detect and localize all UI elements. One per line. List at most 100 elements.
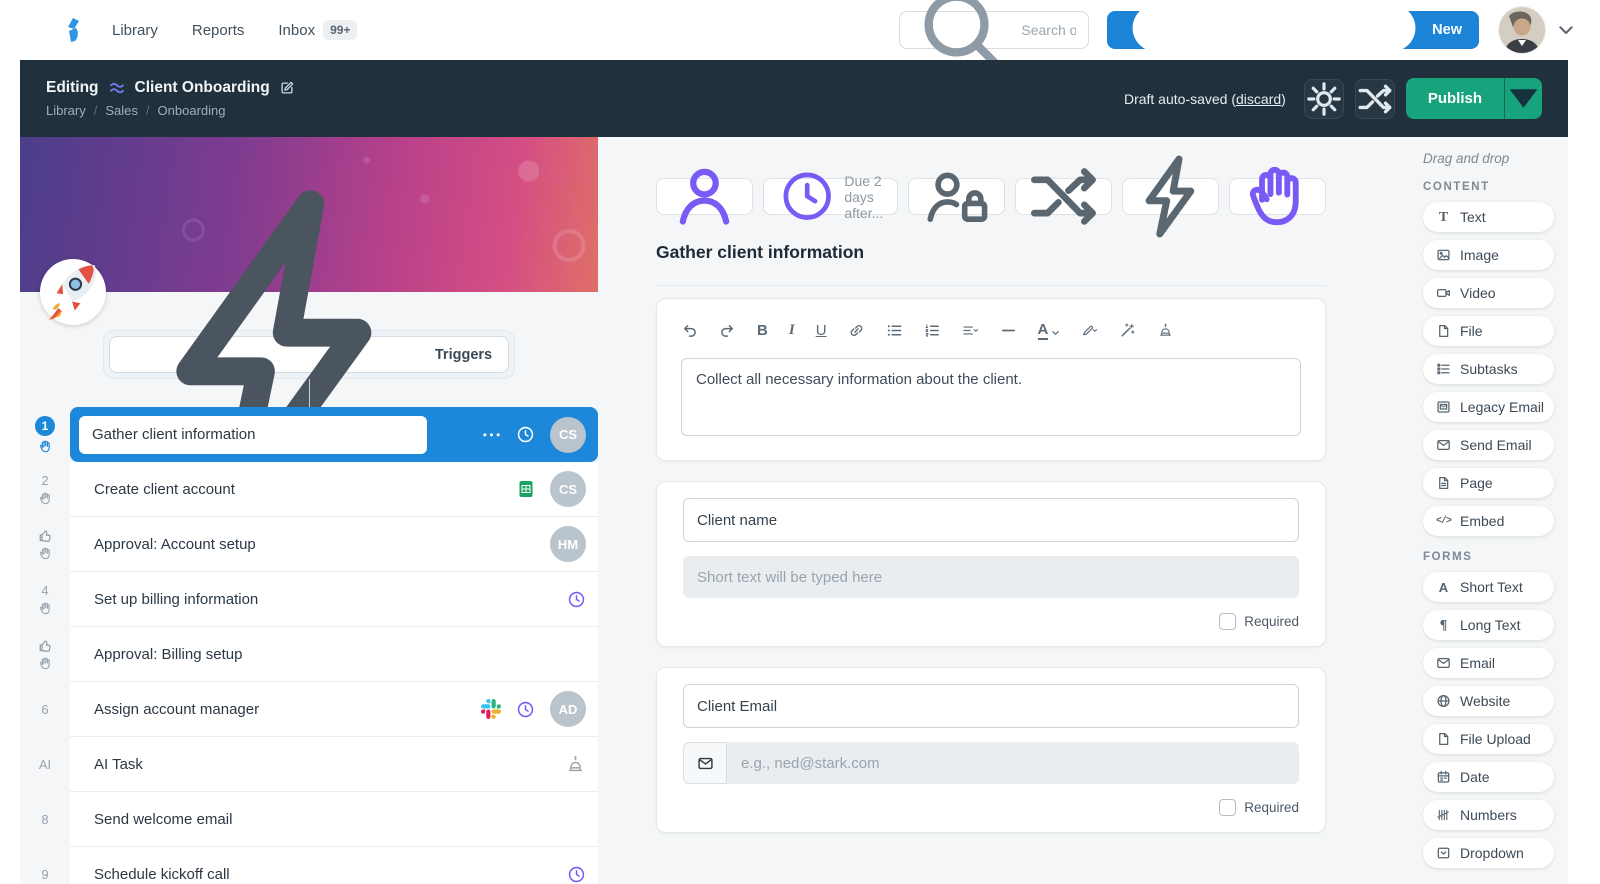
- required-checkbox[interactable]: [1219, 799, 1237, 816]
- due-date-button[interactable]: Due 2 days after...: [762, 173, 899, 221]
- dynamic-due-button[interactable]: [1122, 155, 1220, 238]
- new-button[interactable]: New: [1107, 0, 1479, 170]
- widget-pill-long-text[interactable]: ¶ Long Text: [1423, 610, 1554, 640]
- rename-edit-icon[interactable]: [279, 80, 295, 96]
- breadcrumb-item[interactable]: Onboarding: [158, 103, 226, 118]
- highlight-icon[interactable]: [1081, 322, 1098, 339]
- page-icon: [1436, 475, 1451, 491]
- breadcrumb-item[interactable]: Sales: [105, 103, 138, 118]
- italic-icon[interactable]: I: [789, 322, 795, 339]
- autosave-status: Draft auto-saved (discard): [1124, 91, 1286, 107]
- stop-task-button[interactable]: [1229, 166, 1326, 226]
- widget-pill-send-email[interactable]: Send Email: [1423, 430, 1554, 460]
- widget-pill-video[interactable]: Video: [1423, 278, 1554, 308]
- user-avatar[interactable]: [1499, 7, 1545, 53]
- widget-pill-dropdown[interactable]: Dropdown: [1423, 838, 1554, 868]
- widget-pill-file[interactable]: File: [1423, 316, 1554, 346]
- widget-pill-image[interactable]: Image: [1423, 240, 1554, 270]
- due-date-label: Due 2 days after...: [844, 172, 884, 221]
- website-icon: [1436, 693, 1451, 709]
- automations-button[interactable]: [1015, 168, 1113, 225]
- stop-hand-icon: [38, 491, 53, 506]
- task-row-body: Send welcome email: [70, 792, 598, 847]
- search-input[interactable]: [1021, 22, 1077, 38]
- task-indicators: CS: [482, 416, 586, 453]
- bullet-list-icon[interactable]: [886, 322, 903, 339]
- task-row[interactable]: 2 Create client account CS: [20, 462, 598, 517]
- magic-wand-icon[interactable]: [1119, 322, 1136, 339]
- nav-inbox[interactable]: Inbox 99+: [278, 20, 358, 40]
- task-row[interactable]: 4 Set up billing information: [20, 572, 598, 627]
- nav-library[interactable]: Library: [112, 22, 158, 39]
- horizontal-rule-icon[interactable]: [1000, 322, 1017, 339]
- task-row-body: Schedule kickoff call: [70, 847, 598, 884]
- widget-pill-email[interactable]: Email: [1423, 648, 1554, 678]
- overflow-menu-icon[interactable]: [482, 432, 501, 438]
- widget-pill-website[interactable]: Website: [1423, 686, 1554, 716]
- widget-pill-label: Email: [1460, 655, 1496, 671]
- redo-icon[interactable]: [719, 322, 736, 339]
- widget-pill-numbers[interactable]: Numbers: [1423, 800, 1554, 830]
- assignee-button[interactable]: [656, 168, 753, 225]
- task-meta-toolbar: Due 2 days after...: [656, 155, 1326, 238]
- widget-pill-file-upload[interactable]: File Upload: [1423, 724, 1554, 754]
- widget-pill-page[interactable]: Page: [1423, 468, 1554, 498]
- task-number: 4: [41, 583, 49, 598]
- legacy-email-icon: [1436, 399, 1451, 415]
- workflow-rocket-emoji-badge[interactable]: [40, 259, 106, 325]
- task-number: 6: [41, 702, 49, 717]
- link-icon[interactable]: [848, 322, 865, 339]
- widget-pill-text[interactable]: T Text: [1423, 202, 1554, 232]
- field-label-input[interactable]: Client name: [683, 498, 1299, 542]
- bold-icon[interactable]: B: [757, 322, 768, 339]
- task-row-body: AI Task: [70, 737, 598, 792]
- publish-menu-chevron-down-icon[interactable]: [1504, 78, 1542, 119]
- task-row[interactable]: 9 Schedule kickoff call: [20, 847, 598, 884]
- triggers-container: Triggers: [102, 190, 516, 519]
- task-gutter: 6: [20, 682, 70, 737]
- field-label-input[interactable]: Client Email: [683, 684, 1299, 728]
- app-logo-icon[interactable]: [58, 15, 88, 45]
- ordered-list-icon[interactable]: [924, 322, 941, 339]
- task-row[interactable]: 6 Assign account manager AD: [20, 682, 598, 737]
- task-row[interactable]: Approval: Account setup HM: [20, 517, 598, 572]
- account-menu-chevron-down-icon[interactable]: [1558, 25, 1574, 35]
- required-label: Required: [1244, 800, 1299, 815]
- undo-icon[interactable]: [681, 322, 698, 339]
- automations-shuffle-button[interactable]: [1354, 78, 1395, 119]
- task-row[interactable]: AI AI Task: [20, 737, 598, 792]
- discard-link[interactable]: discard: [1236, 91, 1281, 107]
- app: Library Reports Inbox 99+ New Editing: [0, 0, 1600, 884]
- task-row[interactable]: Approval: Billing setup: [20, 627, 598, 682]
- stop-hand-icon: [38, 656, 53, 671]
- task-row[interactable]: 1 Gather client information CS: [20, 407, 598, 462]
- text-color-icon[interactable]: A: [1037, 321, 1061, 340]
- widget-pill-short-text[interactable]: A Short Text: [1423, 572, 1554, 602]
- description-editor[interactable]: Collect all necessary information about …: [681, 358, 1301, 436]
- nav-reports[interactable]: Reports: [192, 22, 245, 39]
- triggers-button[interactable]: Triggers: [108, 190, 510, 519]
- widget-pill-subtasks[interactable]: Subtasks: [1423, 354, 1554, 384]
- nav-inbox-label: Inbox: [278, 21, 316, 39]
- widget-pill-legacy-email[interactable]: Legacy Email: [1423, 392, 1554, 422]
- task-row[interactable]: 8 Send welcome email: [20, 792, 598, 847]
- rocket-icon: [40, 257, 106, 328]
- underline-icon[interactable]: U: [816, 322, 827, 339]
- email-icon: [1436, 655, 1451, 671]
- permissions-button[interactable]: [908, 172, 1006, 222]
- align-left-icon[interactable]: [962, 322, 979, 339]
- task-title-input[interactable]: Gather client information: [79, 415, 427, 454]
- slack-icon: [480, 699, 501, 720]
- breadcrumb-item[interactable]: Library: [46, 103, 86, 118]
- inbox-count-badge: 99+: [323, 20, 358, 40]
- global-search[interactable]: [899, 0, 1090, 71]
- required-checkbox[interactable]: [1219, 613, 1237, 630]
- widget-pill-embed[interactable]: </> Embed: [1423, 506, 1554, 536]
- widget-pill-date[interactable]: Date: [1423, 762, 1554, 792]
- publish-button[interactable]: Publish: [1405, 78, 1504, 119]
- task-heading: Gather client information: [656, 242, 865, 262]
- task-row-body: Approval: Account setup HM: [70, 517, 598, 572]
- widget-pill-label: Image: [1460, 247, 1499, 263]
- settings-gear-button[interactable]: [1303, 78, 1344, 119]
- ai-robot-icon[interactable]: [1157, 322, 1174, 339]
